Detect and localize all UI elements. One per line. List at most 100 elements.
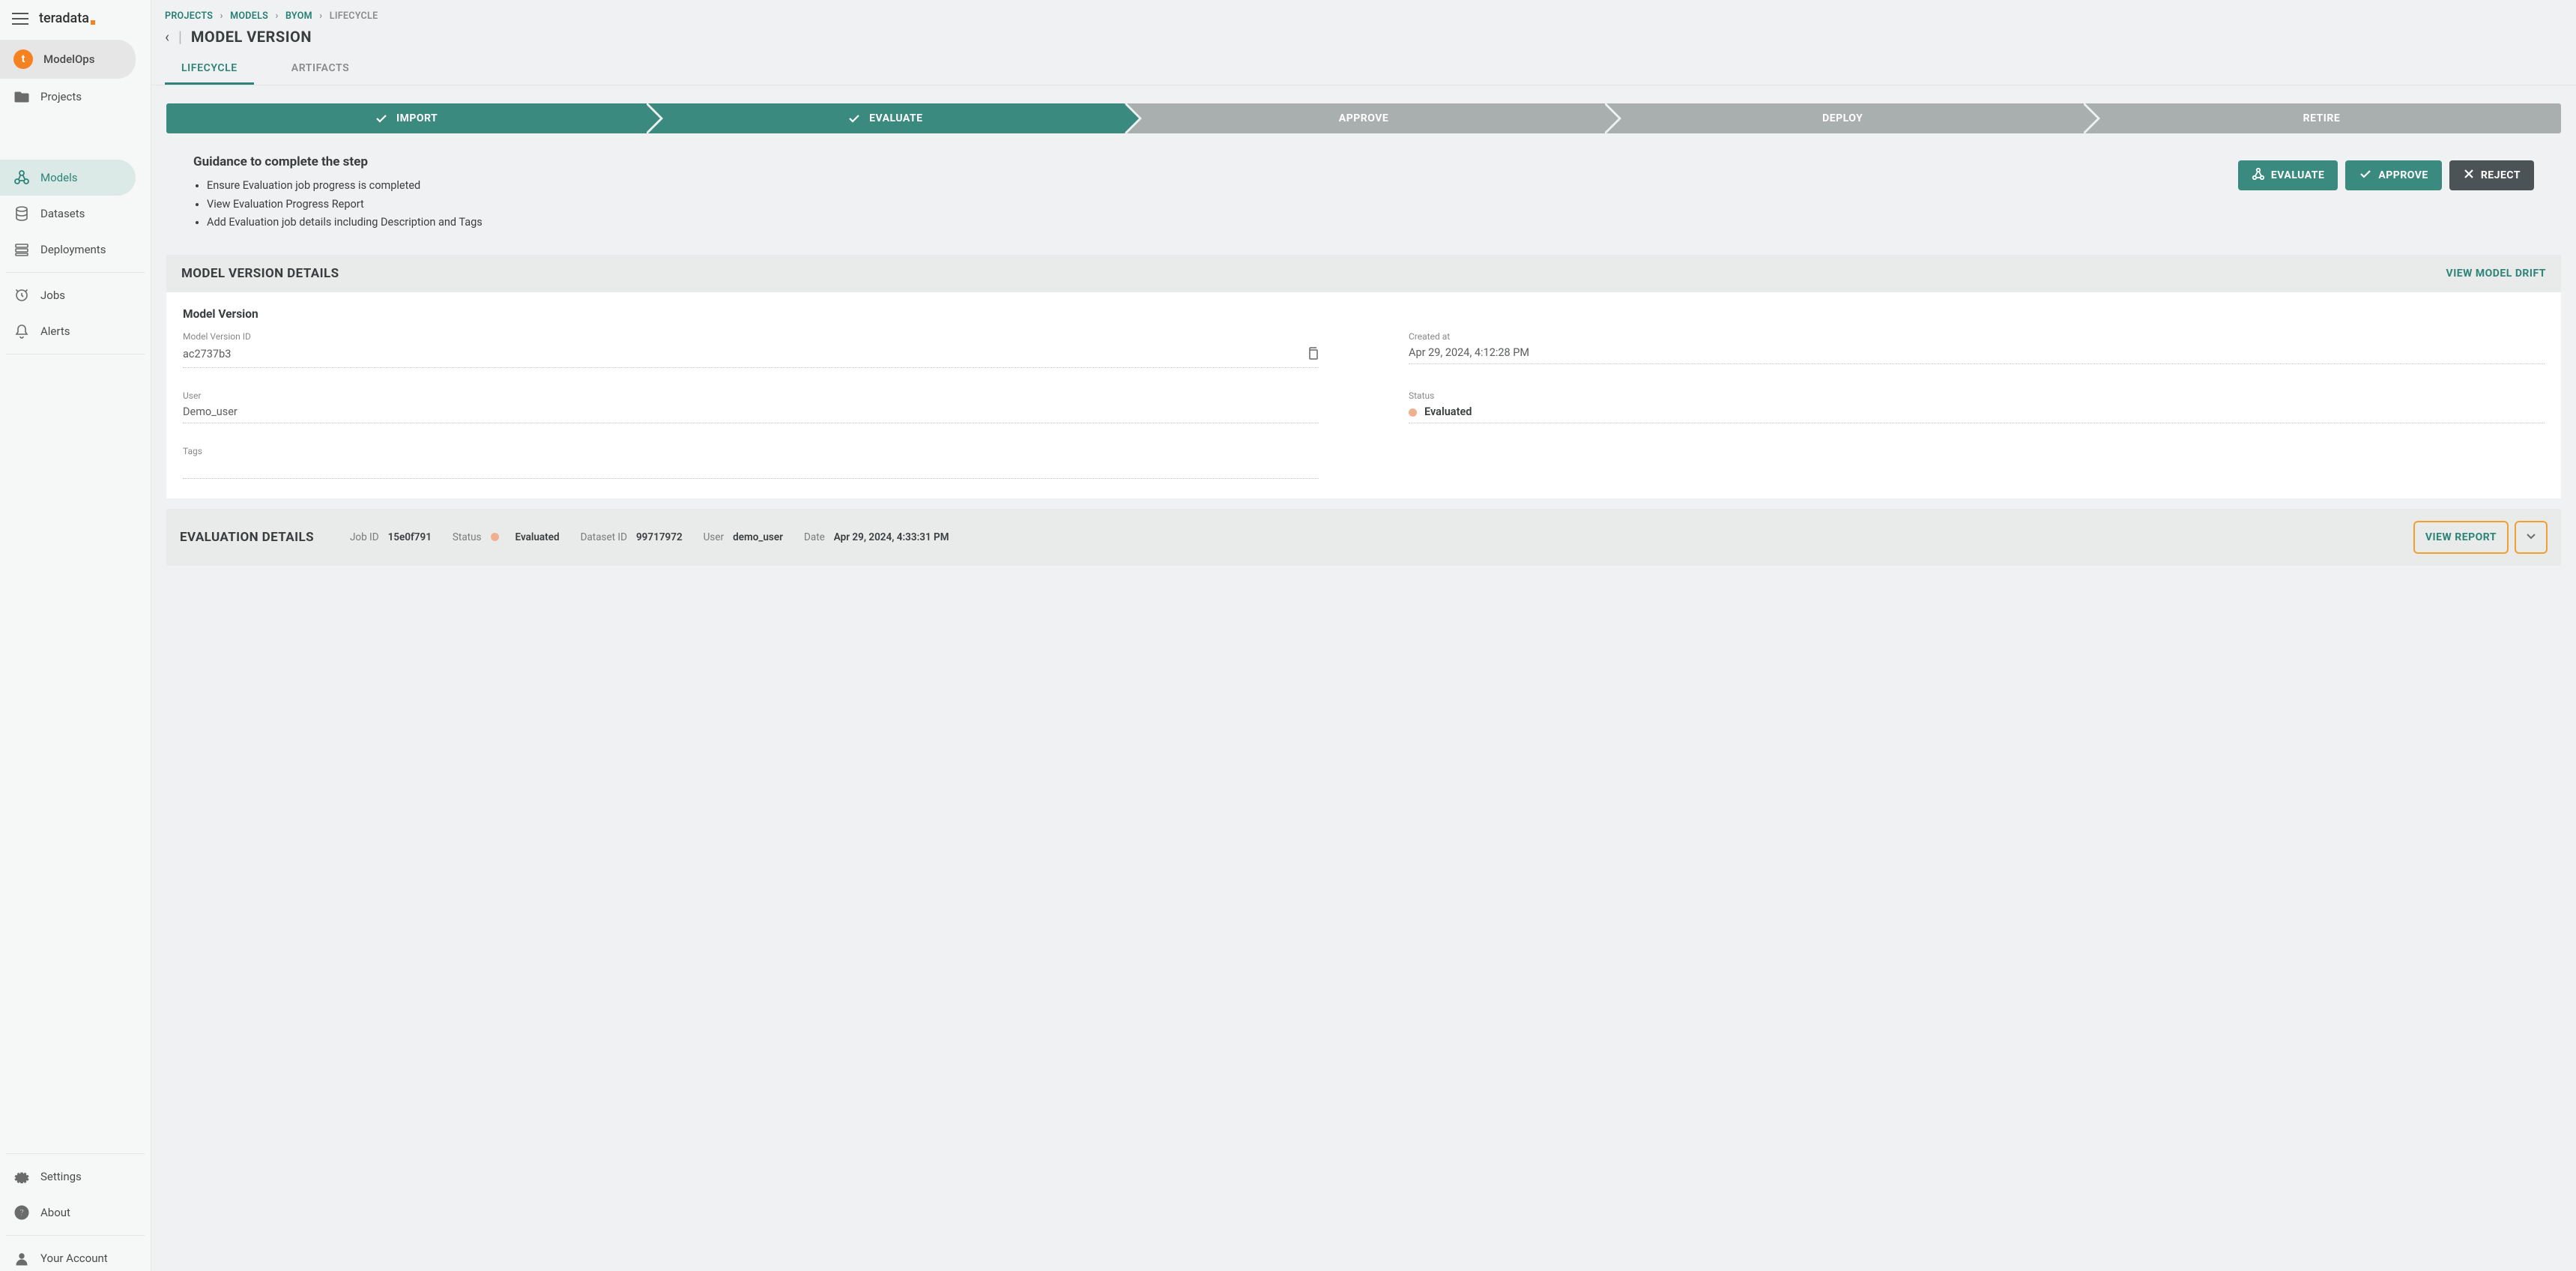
chevron-down-icon[interactable] [2521, 527, 2542, 548]
button-label: EVALUATE [2271, 169, 2324, 181]
kv-label: User [704, 531, 724, 543]
sidebar-item-deployments[interactable]: Deployments [0, 232, 136, 268]
kv-datasetid: Dataset ID 99717972 [581, 531, 683, 543]
sidebar-item-label: Datasets [40, 207, 85, 220]
back-icon[interactable]: ‹ [165, 28, 169, 46]
evaluate-button[interactable]: EVALUATE [2238, 160, 2338, 190]
tab-lifecycle[interactable]: LIFECYCLE [165, 55, 254, 85]
step-evaluate[interactable]: EVALUATE [645, 103, 1124, 133]
details-header: MODEL VERSION DETAILS VIEW MODEL DRIFT [166, 255, 2561, 292]
kv-value: Apr 29, 2024, 4:33:31 PM [834, 531, 949, 543]
status-dot-icon [491, 533, 499, 541]
field-tags[interactable]: Tags [183, 446, 1319, 479]
check-icon [847, 111, 862, 126]
sidebar-item-label: Jobs [40, 289, 65, 302]
field-status: Status Evaluated [1409, 390, 2545, 423]
step-label: DEPLOY [1822, 112, 1863, 124]
guidance-panel: Guidance to complete the step Ensure Eva… [193, 154, 483, 232]
sidebar-item-modelops[interactable]: t ModelOps [0, 40, 136, 79]
close-icon [2463, 168, 2475, 183]
button-label: REJECT [2481, 169, 2521, 181]
check-icon [374, 111, 389, 126]
evaluation-title: EVALUATION DETAILS [180, 530, 314, 545]
sidebar-item-jobs[interactable]: Jobs [0, 277, 136, 313]
evaluate-icon [2252, 167, 2265, 184]
guidance-heading: Guidance to complete the step [193, 154, 483, 169]
field-label: Tags [183, 446, 1319, 456]
sidebar-item-label: Your Account [40, 1252, 108, 1265]
modelops-icon: t [13, 49, 33, 69]
kv-value: Evaluated [515, 531, 560, 543]
sidebar-item-models[interactable]: Models [0, 160, 136, 196]
gear-icon [13, 1168, 30, 1185]
guidance-item: View Evaluation Progress Report [207, 196, 483, 214]
title-divider: | [178, 28, 182, 46]
step-label: EVALUATE [869, 112, 922, 124]
sidebar-item-label: Deployments [40, 243, 106, 256]
bell-icon [13, 323, 30, 339]
step-approve[interactable]: APPROVE [1124, 103, 1603, 133]
kv-value: 15e0f791 [388, 531, 432, 543]
view-model-drift-button[interactable]: VIEW MODEL DRIFT [2446, 268, 2546, 280]
sidebar-item-label: Projects [40, 90, 82, 103]
step-deploy[interactable]: DEPLOY [1603, 103, 2082, 133]
sidebar-item-projects[interactable]: Projects [0, 79, 136, 115]
logo: teradata [39, 10, 95, 26]
breadcrumb: PROJECTS › MODELS › BYOM › LIFECYCLE [151, 0, 2576, 25]
field-value: Evaluated [1424, 405, 1472, 418]
step-retire[interactable]: RETIRE [2082, 103, 2561, 133]
sidebar-item-about[interactable]: ? About [0, 1195, 136, 1231]
help-icon: ? [13, 1204, 30, 1221]
kv-value: demo_user [733, 531, 783, 543]
breadcrumb-models[interactable]: MODELS [230, 10, 268, 22]
step-label: APPROVE [1339, 112, 1388, 124]
step-label: RETIRE [2303, 112, 2341, 124]
tabs: LIFECYCLE ARTIFACTS [151, 55, 2576, 85]
chevron-right-icon: › [276, 10, 279, 22]
chevron-right-icon: › [319, 10, 322, 22]
view-report-button[interactable]: VIEW REPORT [2425, 531, 2497, 543]
sidebar-item-label: Settings [40, 1170, 82, 1183]
details-body: Model Version Model Version ID ac2737b3 … [166, 292, 2561, 498]
kv-user: User demo_user [704, 531, 783, 543]
sidebar: teradata t ModelOps Projects Models Data… [0, 0, 151, 1271]
details-subtitle: Model Version [183, 307, 2545, 321]
sidebar-item-account[interactable]: Your Account [0, 1240, 136, 1271]
page-title: MODEL VERSION [191, 28, 312, 46]
guidance-item: Ensure Evaluation job progress is comple… [207, 177, 483, 196]
field-created-at: Created at Apr 29, 2024, 4:12:28 PM [1409, 331, 2545, 368]
details-title: MODEL VERSION DETAILS [181, 266, 339, 281]
button-label: APPROVE [2378, 169, 2428, 181]
kv-jobid: Job ID 15e0f791 [350, 531, 432, 543]
view-report-highlight: VIEW REPORT [2413, 521, 2509, 554]
jobs-icon [13, 287, 30, 304]
tab-artifacts[interactable]: ARTIFACTS [275, 55, 366, 85]
hamburger-icon[interactable] [12, 13, 28, 25]
guidance-item: Add Evaluation job details including Des… [207, 214, 483, 232]
user-icon [13, 1250, 30, 1267]
breadcrumb-projects[interactable]: PROJECTS [165, 10, 213, 22]
expand-highlight [2515, 521, 2548, 554]
evaluation-details-bar: EVALUATION DETAILS Job ID 15e0f791 Statu… [166, 509, 2561, 566]
sidebar-item-alerts[interactable]: Alerts [0, 313, 136, 349]
check-icon [2359, 167, 2372, 184]
copy-icon[interactable] [1307, 346, 1319, 363]
kv-value: 99717972 [636, 531, 683, 543]
field-user: User Demo_user [183, 390, 1319, 423]
kv-label: Job ID [350, 531, 379, 543]
breadcrumb-lifecycle: LIFECYCLE [330, 10, 378, 22]
lifecycle-stepper: IMPORT EVALUATE APPROVE DEPLOY RETIRE [166, 103, 2561, 133]
breadcrumb-byom[interactable]: BYOM [285, 10, 312, 22]
sidebar-item-settings[interactable]: Settings [0, 1159, 136, 1195]
logo-text: teradata [39, 10, 89, 26]
folder-icon [13, 88, 30, 105]
step-import[interactable]: IMPORT [166, 103, 645, 133]
approve-button[interactable]: APPROVE [2345, 160, 2441, 190]
sidebar-item-datasets[interactable]: Datasets [0, 196, 136, 232]
sidebar-item-label: ModelOps [43, 52, 94, 66]
main-content: PROJECTS › MODELS › BYOM › LIFECYCLE ‹ |… [151, 0, 2576, 1271]
reject-button[interactable]: REJECT [2449, 160, 2534, 190]
kv-status: Status Evaluated [453, 531, 560, 543]
sidebar-item-label: Alerts [40, 324, 70, 338]
field-label: User [183, 390, 1319, 401]
